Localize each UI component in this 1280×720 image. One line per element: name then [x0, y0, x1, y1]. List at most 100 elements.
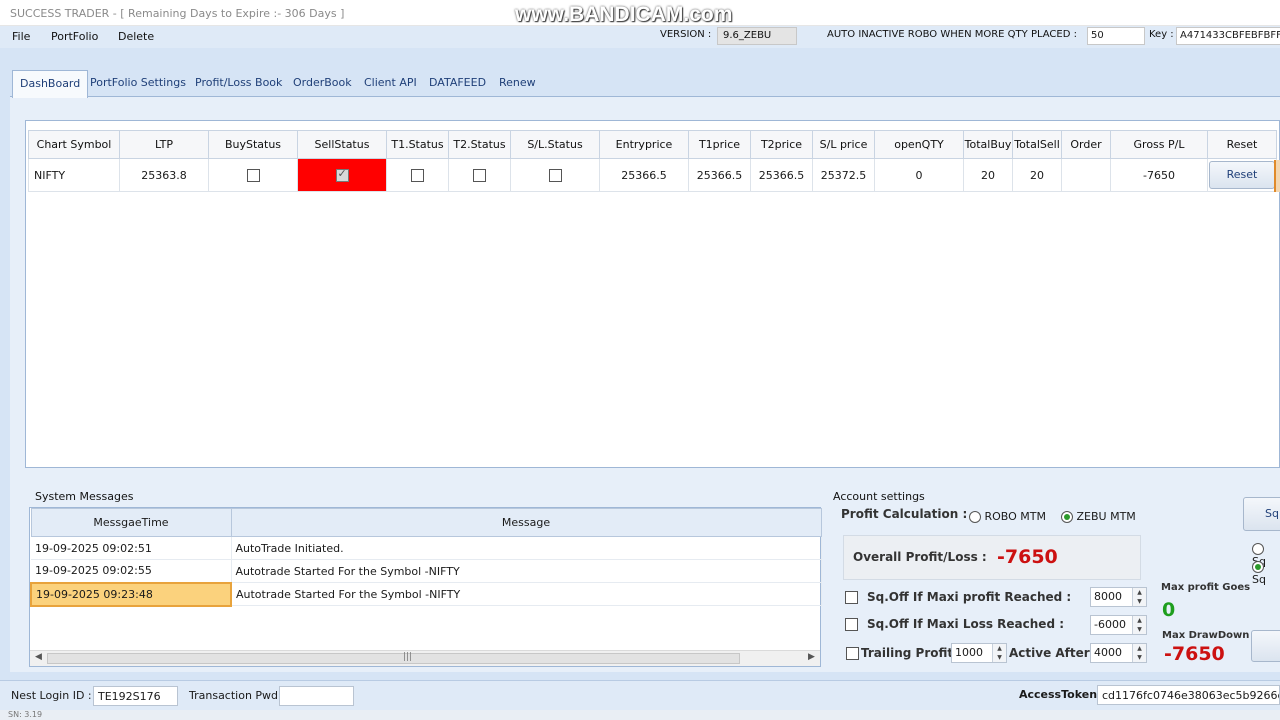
tab-datafeed[interactable]: DATAFEED [429, 76, 486, 89]
sell-status-checkbox[interactable] [335, 167, 349, 182]
col-open-qty[interactable]: openQTY [874, 130, 964, 159]
buy-status-checkbox[interactable] [246, 168, 260, 182]
col-chart-symbol[interactable]: Chart Symbol [28, 130, 120, 159]
max-drawdown-label: Max DrawDown [1162, 630, 1250, 641]
menu-delete[interactable]: Delete [118, 30, 154, 43]
active-after-input[interactable]: 4000 ▲ ▼ [1090, 643, 1147, 663]
tab-dashboard[interactable]: DashBoard [12, 70, 89, 98]
list-item[interactable]: 19-09-2025 09:02:55 Autotrade Started Fo… [31, 559, 822, 583]
sq-option-2[interactable]: Sq [1252, 560, 1280, 586]
scroll-left-icon[interactable]: ◀ [35, 652, 42, 662]
sq-off-profit-input[interactable]: 8000 ▲ ▼ [1090, 587, 1147, 607]
cell-sl-status[interactable] [510, 158, 600, 192]
col-t1-price[interactable]: T1price [688, 130, 751, 159]
tab-portfolio-settings[interactable]: PortFolio Settings [90, 76, 186, 89]
max-drawdown-value: -7650 [1164, 643, 1225, 665]
tab-renew[interactable]: Renew [499, 76, 536, 89]
messages-horizontal-scrollbar[interactable]: ◀ ||| ▶ [30, 650, 820, 666]
cell-t1-price[interactable]: 25366.5 [688, 158, 751, 192]
active-after-value[interactable]: 4000 [1094, 646, 1122, 659]
scroll-right-icon[interactable]: ▶ [808, 652, 815, 662]
sq-off-profit-value[interactable]: 8000 [1094, 590, 1122, 603]
col-gross-pl[interactable]: Gross P/L [1110, 130, 1208, 159]
robo-mtm-radio[interactable] [969, 511, 981, 523]
sq-option-1-radio[interactable] [1252, 543, 1264, 555]
tab-client-api[interactable]: Client API [364, 76, 417, 89]
right-action-button[interactable] [1251, 630, 1280, 662]
active-after-label: Active After: [1009, 646, 1095, 660]
tab-orderbook[interactable]: OrderBook [293, 76, 352, 89]
menu-portfolio[interactable]: PortFolio [51, 30, 98, 43]
col-message-time[interactable]: MessgaeTime [30, 508, 232, 537]
cell-symbol[interactable]: NIFTY [28, 158, 120, 192]
list-item-selected[interactable]: 19-09-2025 09:23:48 Autotrade Started Fo… [30, 581, 822, 607]
tab-profit-loss-book[interactable]: Profit/Loss Book [195, 76, 282, 89]
cell-order[interactable] [1061, 158, 1111, 192]
t1-status-checkbox[interactable] [411, 168, 424, 182]
col-sl-price[interactable]: S/L price [812, 130, 875, 159]
cell-total-sell[interactable]: 20 [1012, 158, 1062, 192]
col-total-buy[interactable]: TotalBuy [963, 130, 1013, 159]
reset-button[interactable]: Reset [1209, 161, 1275, 189]
col-sl-status[interactable]: S/L.Status [510, 130, 600, 159]
cell-t1-status[interactable] [386, 158, 449, 192]
sq-option-2-radio[interactable] [1252, 561, 1264, 573]
cell-entry-price[interactable]: 25366.5 [599, 158, 689, 192]
message-time[interactable]: 19-09-2025 09:02:51 [31, 536, 232, 560]
message-text[interactable]: AutoTrade Initiated. [231, 536, 822, 560]
cell-gross-pl[interactable]: -7650 [1110, 158, 1208, 192]
col-t2-price[interactable]: T2price [750, 130, 813, 159]
login-id-input[interactable]: TE192S176 [93, 686, 178, 706]
col-t2-status[interactable]: T2.Status [448, 130, 511, 159]
sq-off-profit-checkbox[interactable] [845, 591, 858, 604]
col-ltp[interactable]: LTP [119, 130, 209, 159]
col-total-sell[interactable]: TotalSell [1012, 130, 1062, 159]
system-messages-grid: MessgaeTime Message 19-09-2025 09:02:51 … [30, 508, 822, 607]
spinner-arrows-icon[interactable]: ▲ ▼ [992, 644, 1006, 662]
col-entry-price[interactable]: Entryprice [599, 130, 689, 159]
key-field[interactable]: A471433CBFEBFBFF [1176, 27, 1280, 45]
sq-off-loss-value[interactable]: -6000 [1094, 618, 1126, 631]
cell-open-qty[interactable]: 0 [874, 158, 964, 192]
col-reset[interactable]: Reset [1207, 130, 1277, 159]
sl-status-checkbox[interactable] [548, 168, 562, 182]
cell-sl-price[interactable]: 25372.5 [812, 158, 875, 192]
cell-t2-price[interactable]: 25366.5 [750, 158, 813, 192]
col-t1-status[interactable]: T1.Status [386, 130, 449, 159]
cell-t2-status[interactable] [448, 158, 511, 192]
col-buy-status[interactable]: BuyStatus [208, 130, 298, 159]
zebu-mtm-option[interactable]: ZEBU MTM [1061, 510, 1136, 523]
zebu-mtm-radio[interactable] [1061, 511, 1073, 523]
menu-file[interactable]: File [12, 30, 30, 43]
spinner-arrows-icon[interactable]: ▲ ▼ [1132, 644, 1146, 662]
message-text[interactable]: Autotrade Started For the Symbol -NIFTY [231, 582, 822, 606]
list-item[interactable]: 19-09-2025 09:02:51 AutoTrade Initiated. [31, 536, 822, 560]
sq-off-loss-checkbox[interactable] [845, 618, 858, 631]
transaction-pwd-input[interactable] [279, 686, 354, 706]
cell-reset[interactable]: Reset [1207, 158, 1277, 192]
auto-inactive-qty-input[interactable]: 50 [1087, 27, 1145, 45]
message-time[interactable]: 19-09-2025 09:23:48 [30, 581, 232, 607]
t2-status-checkbox[interactable] [473, 168, 486, 182]
table-row[interactable]: NIFTY 25363.8 25366.5 25366.5 25366.5 25… [28, 158, 1277, 192]
col-message[interactable]: Message [230, 508, 822, 537]
cell-buy-status[interactable] [208, 158, 298, 192]
trailing-profit-input[interactable]: 1000 ▲ ▼ [951, 643, 1007, 663]
overall-profit-loss-value: -7650 [997, 546, 1058, 568]
robo-mtm-option[interactable]: ROBO MTM [969, 510, 1046, 523]
trailing-profit-value[interactable]: 1000 [955, 646, 983, 659]
spinner-arrows-icon[interactable]: ▲ ▼ [1132, 616, 1146, 634]
col-sell-status[interactable]: SellStatus [297, 130, 387, 159]
cell-ltp[interactable]: 25363.8 [119, 158, 209, 192]
square-off-button[interactable]: Sq [1243, 497, 1280, 531]
col-order[interactable]: Order [1061, 130, 1111, 159]
sq-off-loss-input[interactable]: -6000 ▲ ▼ [1090, 615, 1147, 635]
cell-sell-status[interactable] [297, 158, 387, 192]
message-time[interactable]: 19-09-2025 09:02:55 [31, 559, 232, 583]
access-token-input[interactable]: cd1176fc0746e38063ec5b9266df19b [1097, 685, 1280, 705]
message-text[interactable]: Autotrade Started For the Symbol -NIFTY [231, 559, 822, 583]
trailing-profit-checkbox[interactable] [846, 647, 859, 660]
scrollbar-thumb[interactable] [47, 653, 740, 664]
spinner-arrows-icon[interactable]: ▲ ▼ [1132, 588, 1146, 606]
cell-total-buy[interactable]: 20 [963, 158, 1013, 192]
